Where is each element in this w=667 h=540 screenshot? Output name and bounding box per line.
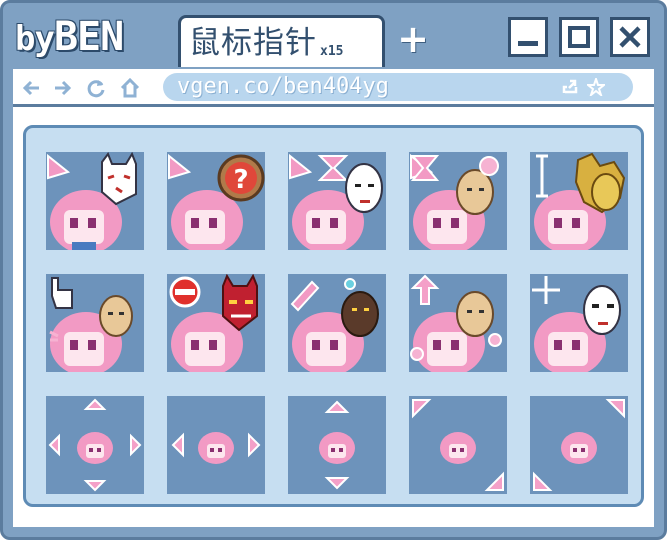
cursor-working-in-background[interactable]	[288, 152, 386, 250]
svg-text:?: ?	[233, 165, 248, 195]
home-icon[interactable]	[119, 77, 141, 99]
hourglass-noh-mask-cursor-icon	[289, 153, 383, 250]
four-arrows-cursor-icon	[48, 398, 142, 492]
cursor-horizontal-resize[interactable]	[167, 396, 265, 494]
brand-logo: byBEN	[15, 11, 124, 65]
maximize-icon	[568, 26, 590, 48]
left-right-arrows-cursor-icon	[171, 432, 261, 464]
maximize-button[interactable]	[559, 17, 599, 57]
no-symbol-oni-mask-cursor-icon	[169, 274, 258, 372]
cursor-unavailable[interactable]	[167, 274, 265, 372]
cursor-vertical-resize-arrows[interactable]	[288, 396, 386, 494]
cursor-busy[interactable]	[409, 152, 507, 250]
cursor-text-select[interactable]	[530, 152, 628, 250]
address-bar: vgen.co/ben404yg	[13, 69, 654, 107]
minimize-icon	[518, 41, 538, 46]
back-arrow-icon[interactable]	[21, 77, 43, 99]
up-arrow-okame-mask-cursor-icon	[410, 274, 502, 372]
crosshair-white-mask-cursor-icon	[532, 276, 621, 372]
cursor-diagonal-resize-1[interactable]	[409, 396, 507, 494]
cursor-grid: ?	[23, 125, 644, 507]
url-field[interactable]: vgen.co/ben404yg	[163, 73, 633, 101]
cursor-vertical-resize[interactable]	[409, 274, 507, 372]
cursor-diagonal-resize-2[interactable]	[530, 396, 628, 494]
cursor-handwriting[interactable]	[288, 274, 386, 372]
ne-sw-arrows-cursor-icon	[533, 399, 625, 491]
minimize-button[interactable]	[508, 17, 548, 57]
refresh-icon[interactable]	[85, 77, 107, 99]
brand-prefix: by	[15, 19, 55, 59]
pen-tengu-mask-cursor-icon	[290, 278, 379, 372]
tab-cursors[interactable]: 鼠标指针 x15	[178, 15, 385, 67]
tab-label: 鼠标指针	[189, 25, 317, 61]
cursor-move[interactable]	[46, 396, 144, 494]
content-area: ?	[13, 107, 654, 527]
new-tab-button[interactable]: +	[397, 20, 429, 58]
close-icon	[619, 26, 641, 48]
cursor-help-select[interactable]: ?	[167, 152, 265, 250]
cursor-link-select[interactable]	[46, 274, 144, 372]
bookmark-star-icon[interactable]	[587, 78, 605, 96]
pointing-hand-mask-cursor-icon	[49, 277, 133, 372]
i-beam-golden-mask-cursor-icon	[534, 152, 626, 250]
question-mark-cursor-icon: ?	[168, 153, 265, 250]
url-text: vgen.co/ben404yg	[177, 74, 389, 99]
forward-arrow-icon[interactable]	[51, 77, 73, 99]
share-icon[interactable]	[561, 78, 579, 96]
close-button[interactable]	[610, 17, 650, 57]
cursor-precision-select[interactable]	[530, 274, 628, 372]
tab-count: x15	[320, 44, 344, 59]
hourglass-okame-mask-cursor-icon	[410, 153, 499, 250]
kitsune-mask-cursor-icon	[47, 152, 137, 250]
up-down-arrows-cursor-icon	[319, 400, 355, 490]
brand-name: BEN	[53, 14, 124, 60]
cursor-normal-select[interactable]	[46, 152, 144, 250]
nw-se-arrows-cursor-icon	[412, 399, 504, 491]
app-window: byBEN 鼠标指针 x15 + vgen.co/ben404yg ?	[0, 0, 667, 540]
